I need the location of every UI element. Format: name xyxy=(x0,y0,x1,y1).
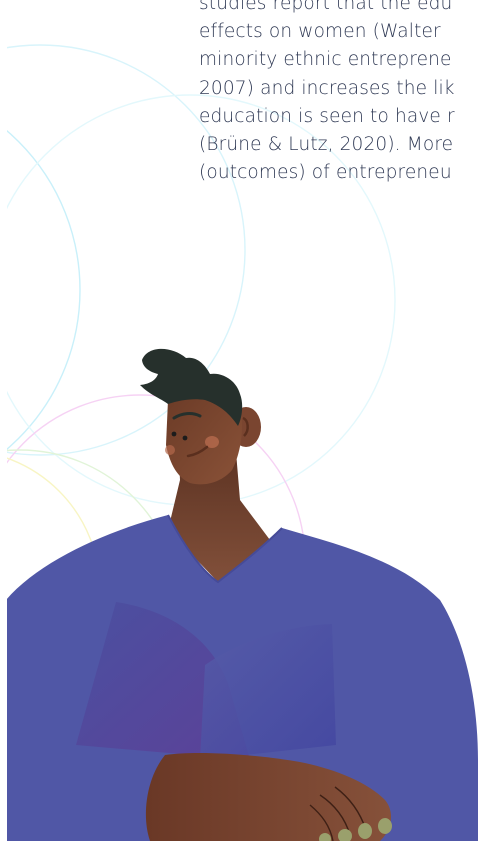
article-line: 2007) and increases the lik xyxy=(199,77,455,99)
left-margin xyxy=(0,0,7,841)
eye-left xyxy=(171,431,177,437)
article-line: (Brüne & Lutz, 2020). More xyxy=(199,134,454,156)
article-text: studies report that the edu effects on w… xyxy=(199,0,479,187)
article-line: education is seen to have r xyxy=(199,105,455,127)
circle-cyan-left xyxy=(0,124,81,456)
article-line: studies report that the edu xyxy=(199,0,453,14)
cheek-left xyxy=(165,445,175,455)
eye-right xyxy=(182,435,188,441)
article-line: effects on women (Walter xyxy=(199,21,441,43)
article-line: minority ethnic entreprene xyxy=(199,49,452,71)
article-line: (outcomes) of entrepreneu xyxy=(199,162,452,184)
